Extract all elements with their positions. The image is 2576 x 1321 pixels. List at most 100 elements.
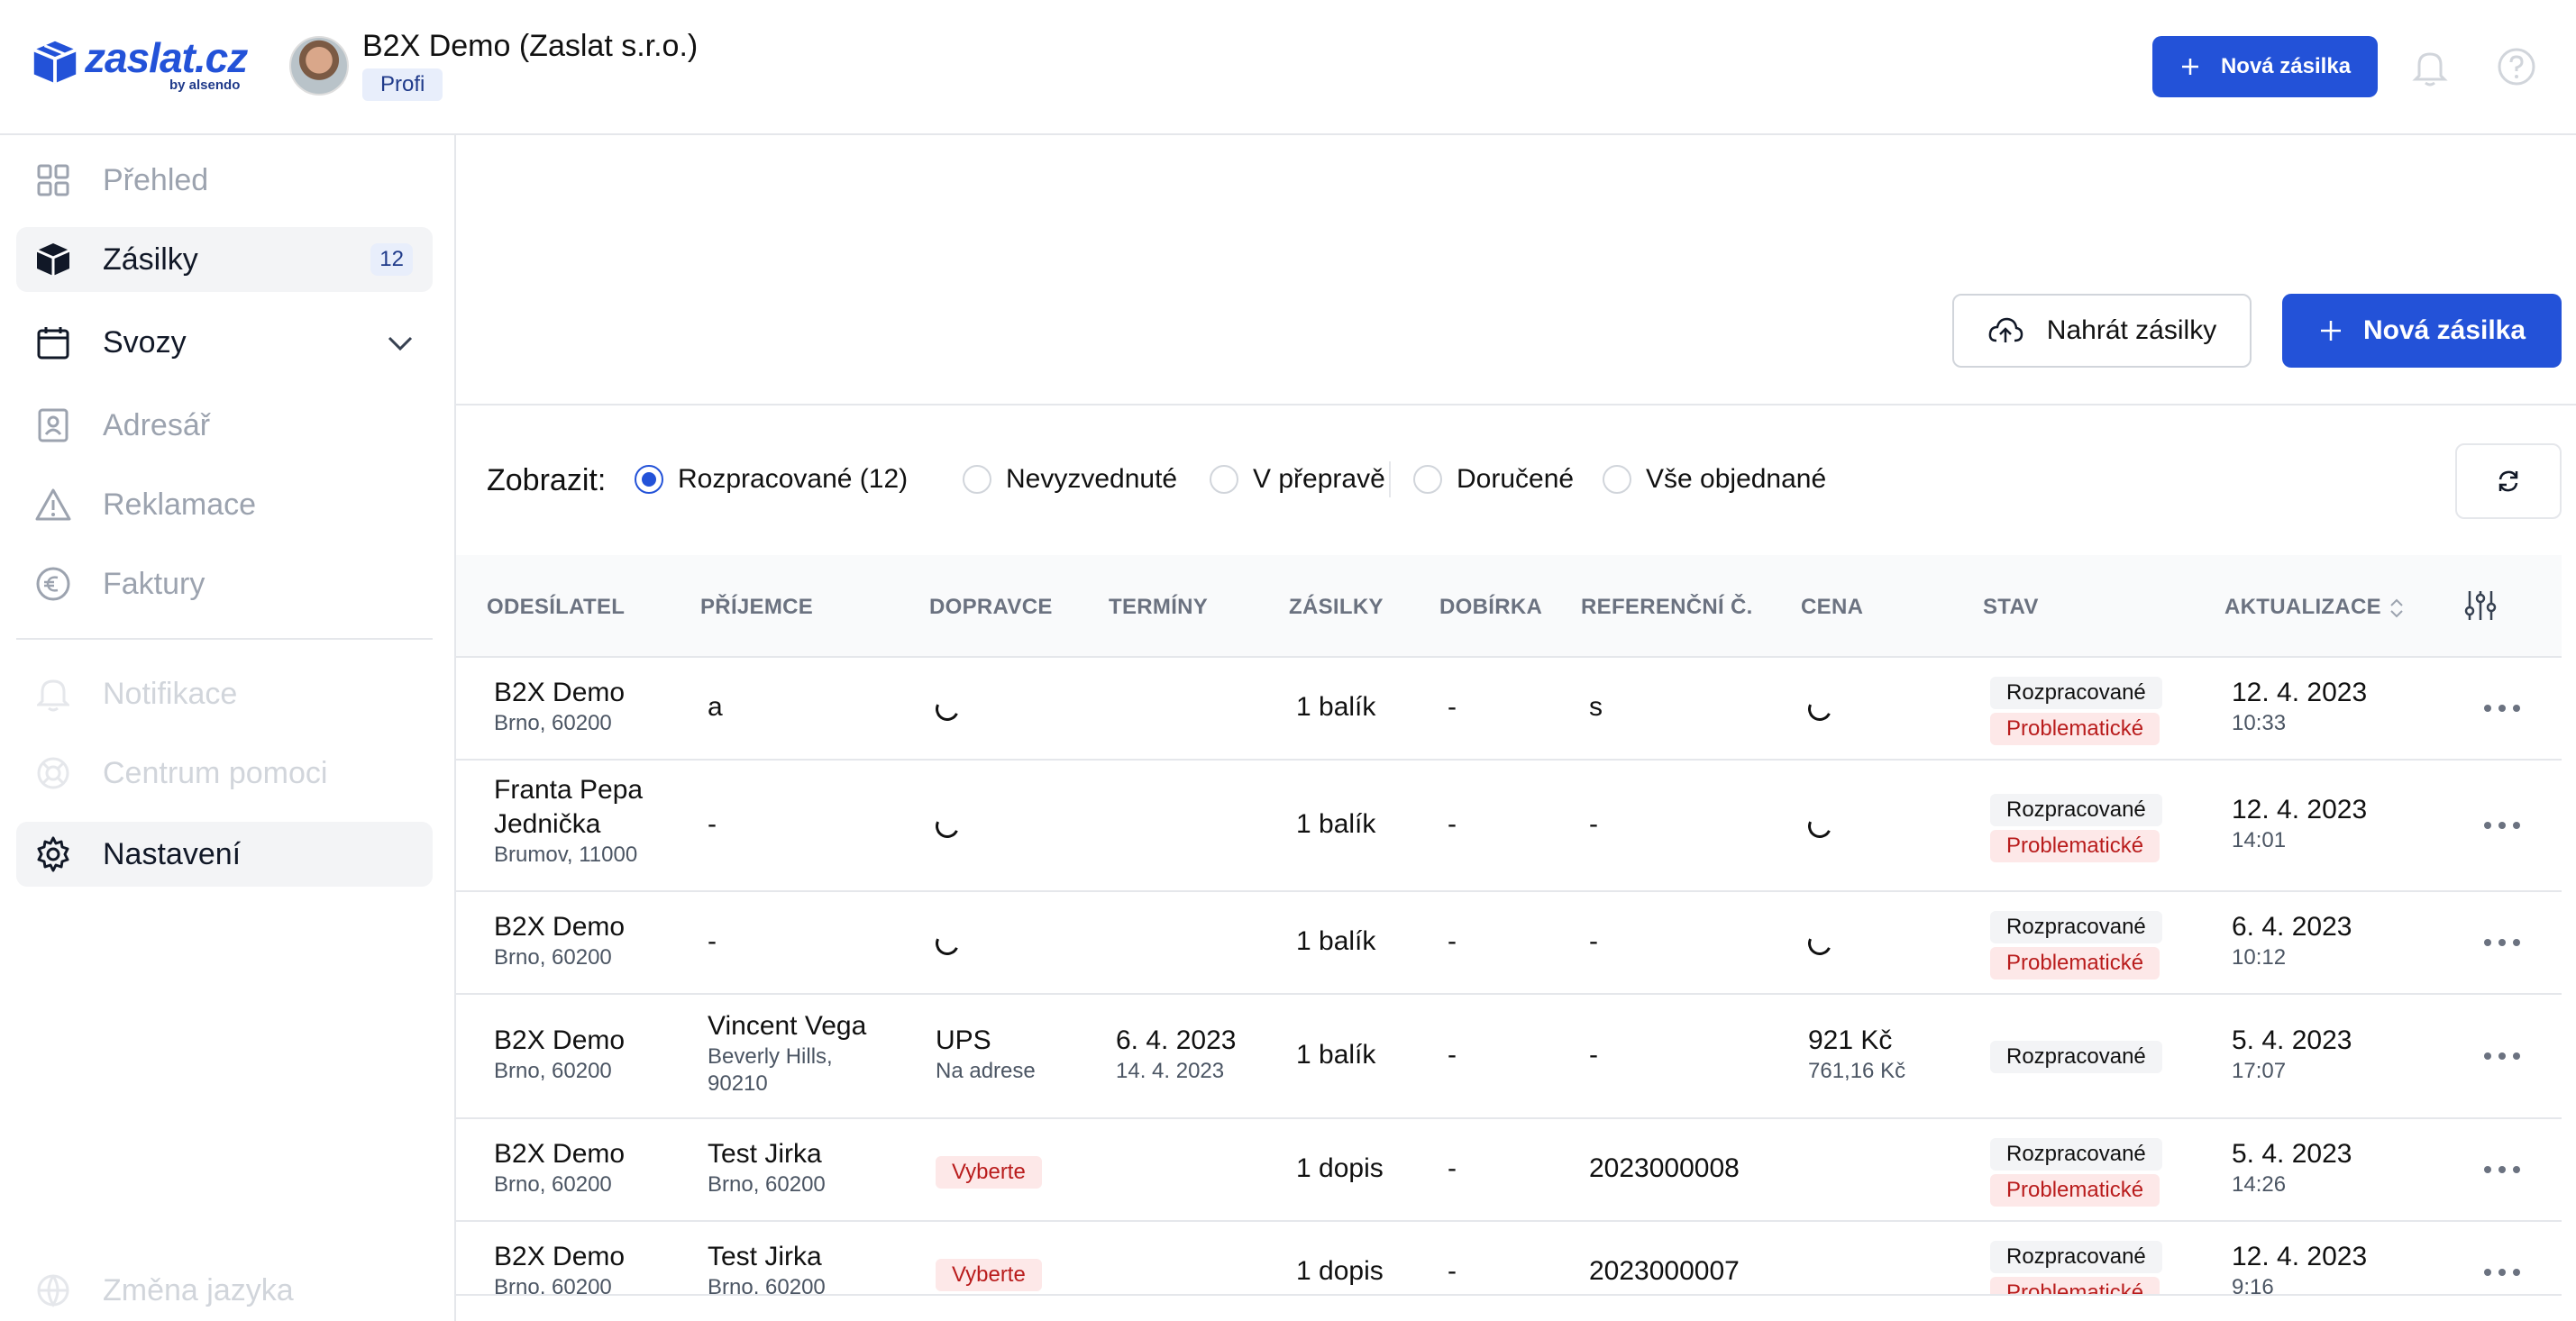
radio-icon: [963, 465, 991, 494]
sidebar-item-label: Nastavení: [103, 836, 242, 871]
recipient-name: Vincent Vega: [708, 1011, 867, 1041]
carrier-cell[interactable]: Vyberte: [936, 1153, 1042, 1189]
plus-icon: [2181, 59, 2198, 75]
globe-icon: [32, 1270, 74, 1311]
address-book-icon: [32, 405, 74, 446]
refresh-button[interactable]: [2455, 443, 2562, 519]
packages-cell: 1 balík: [1296, 1040, 1376, 1070]
shipment-count-badge: 12: [370, 243, 413, 276]
more-actions-icon[interactable]: [2484, 1166, 2520, 1175]
more-actions-icon[interactable]: [2484, 939, 2520, 948]
sidebar-item-notifikace[interactable]: Notifikace: [16, 661, 433, 726]
user-avatar[interactable]: [289, 36, 349, 96]
table-row[interactable]: B2X Demo Brno, 60200 Test Jirka Brno, 6020…: [456, 1222, 2562, 1296]
column-header-reference[interactable]: REFERENČNÍ Č.: [1581, 595, 1753, 620]
status-cell: Rozpracované: [1990, 1038, 2162, 1073]
delivery-date: 14. 4. 2023: [1116, 1059, 1225, 1083]
column-header-recipient[interactable]: PŘÍJEMCE: [700, 595, 813, 620]
more-actions-icon[interactable]: [2484, 822, 2520, 831]
table-row[interactable]: B2X Demo Brno, 60200 Vincent Vega Beverly …: [456, 995, 2562, 1119]
updated-time: 9:16: [2232, 1275, 2274, 1296]
filter-rozpracovane[interactable]: Rozpracované (12): [635, 463, 908, 496]
updated-time: 14:26: [2232, 1172, 2287, 1197]
column-header-cod[interactable]: DOBÍRKA: [1439, 595, 1542, 620]
column-header-updated[interactable]: AKTUALIZACE: [2224, 595, 2381, 620]
sender-cell: B2X Demo Brno, 60200: [494, 1240, 626, 1294]
packages-cell: 1 balík: [1296, 809, 1376, 839]
recipient-cell: Vincent Vega Beverly Hills, 90210: [708, 1009, 888, 1098]
column-settings-icon[interactable]: [2462, 588, 2498, 624]
updated-date: 12. 4. 2023: [2232, 1242, 2368, 1271]
sort-icon[interactable]: [2389, 597, 2405, 620]
filter-label: Zobrazit:: [487, 463, 607, 497]
status-cell: Rozpracované Problematické: [1990, 908, 2162, 979]
column-header-dates[interactable]: TERMÍNY: [1109, 595, 1208, 620]
sidebar-item-prehled[interactable]: Přehled: [16, 148, 433, 213]
select-carrier-badge[interactable]: Vyberte: [936, 1156, 1042, 1189]
filter-dorucene[interactable]: Doručené: [1413, 463, 1574, 496]
table-row[interactable]: B2X Demo Brno, 60200 Test Jirka Brno, 6020…: [456, 1119, 2562, 1222]
recipient-cell: Test Jirka Brno, 60200: [708, 1240, 826, 1296]
carrier-service: Na adrese: [936, 1059, 1036, 1083]
sender-name: B2X Demo: [494, 1242, 626, 1271]
upload-shipments-button[interactable]: Nahrát zásilky: [1952, 294, 2252, 368]
filter-bar: Zobrazit: Rozpracované (12) Nevyzvednuté…: [456, 405, 2576, 555]
status-badge: Rozpracované: [1990, 1138, 2162, 1171]
recipient-name: Test Jirka: [708, 1242, 822, 1271]
updated-cell: 6. 4. 2023 10:12: [2232, 910, 2352, 971]
logo-text: zaslat.cz: [85, 34, 248, 81]
recipient-name: a: [708, 692, 723, 722]
header-new-shipment-button[interactable]: Nová zásilka: [2152, 36, 2378, 97]
column-header-packages[interactable]: ZÁSILKY: [1289, 595, 1384, 620]
problem-badge: Problematické: [1990, 947, 2160, 979]
more-actions-icon[interactable]: [2484, 705, 2520, 714]
filter-nevyzvednute[interactable]: Nevyzvednuté: [963, 463, 1177, 496]
sidebar-item-adresar[interactable]: Adresář: [16, 393, 433, 458]
updated-cell: 5. 4. 2023 17:07: [2232, 1024, 2352, 1085]
zaslat-logo[interactable]: zaslat.cz by alsendo: [29, 34, 248, 99]
status-badge: Rozpracované: [1990, 1041, 2162, 1073]
column-header-price[interactable]: CENA: [1801, 595, 1863, 620]
more-actions-icon[interactable]: [2484, 1269, 2520, 1278]
column-header-sender[interactable]: ODESÍLATEL: [487, 595, 625, 620]
radio-icon: [1210, 465, 1238, 494]
bell-icon[interactable]: [2407, 43, 2453, 90]
sidebar-item-centrum-pomoci[interactable]: Centrum pomoci: [16, 741, 433, 806]
updated-date: 12. 4. 2023: [2232, 795, 2368, 824]
updated-time: 17:07: [2232, 1059, 2287, 1083]
sidebar-item-reklamace[interactable]: Reklamace: [16, 472, 433, 537]
cod-cell: -: [1448, 926, 1457, 956]
table-row[interactable]: B2X Demo Brno, 60200 a 1 balík - s Rozpra…: [456, 658, 2562, 761]
more-actions-icon[interactable]: [2484, 1052, 2520, 1061]
help-icon[interactable]: [2493, 43, 2540, 90]
carrier-cell[interactable]: Vyberte: [936, 1256, 1042, 1291]
reference-cell: 2023000007: [1589, 1256, 1740, 1286]
sidebar-item-zmena-jazyka[interactable]: Změna jazyka: [16, 1258, 433, 1321]
column-header-carrier[interactable]: DOPRAVCE: [929, 595, 1053, 620]
filter-v-preprave[interactable]: V přepravě: [1210, 463, 1385, 496]
status-badge: Rozpracované: [1990, 911, 2162, 943]
table-row[interactable]: B2X Demo Brno, 60200 - 1 balík - - Rozpra…: [456, 892, 2562, 995]
loading-spinner-icon: [932, 928, 963, 959]
updated-time: 14:01: [2232, 828, 2287, 852]
column-header-status[interactable]: STAV: [1983, 595, 2039, 620]
chevron-down-icon[interactable]: [386, 330, 415, 360]
filter-option-label: Doručené: [1457, 464, 1575, 494]
sidebar-item-nastaveni[interactable]: Nastavení: [16, 822, 433, 887]
reference-cell: -: [1589, 809, 1598, 839]
cod-cell: -: [1448, 1153, 1457, 1183]
sidebar-item-zasilky[interactable]: Zásilky 12: [16, 227, 433, 292]
sidebar-item-faktury[interactable]: Faktury: [16, 551, 433, 616]
table-row[interactable]: Franta Pepa Jednička Brumov, 11000 - 1 ba…: [456, 761, 2562, 892]
new-shipment-button[interactable]: Nová zásilka: [2282, 294, 2562, 368]
account-name[interactable]: B2X Demo (Zaslat s.r.o.): [362, 29, 698, 64]
gear-icon: [32, 834, 74, 875]
packages-cell: 1 balík: [1296, 692, 1376, 722]
select-carrier-badge[interactable]: Vyberte: [936, 1259, 1042, 1291]
filter-vse-objednane[interactable]: Vše objednané: [1603, 463, 1826, 496]
plan-badge: Profi: [362, 68, 443, 101]
radio-icon: [1603, 465, 1631, 494]
recipient-address: Brno, 60200: [708, 1275, 826, 1296]
euro-icon: [32, 563, 74, 605]
sidebar-item-svozy[interactable]: Svozy: [16, 310, 433, 375]
